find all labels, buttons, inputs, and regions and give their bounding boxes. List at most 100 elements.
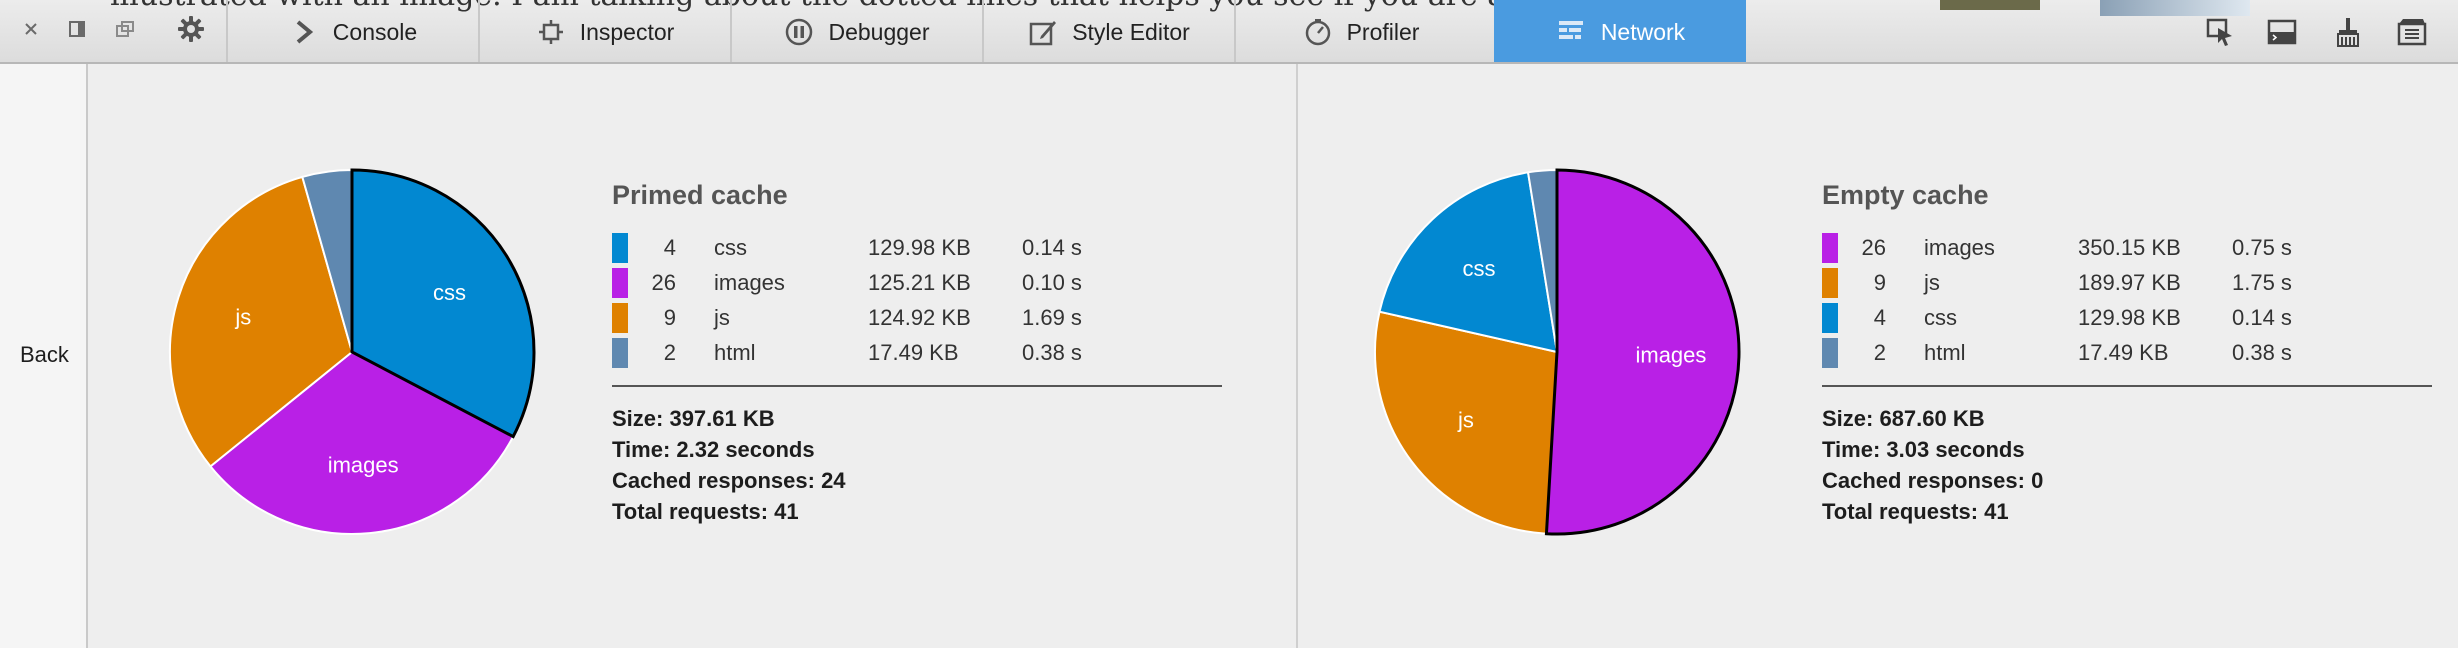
transfer-size: 17.49 KB — [2078, 340, 2169, 365]
legend-swatch — [612, 268, 628, 298]
tab-label: Console — [332, 18, 418, 45]
primed-cache-summary: Primed cache 4 css 129.98 KB 0.14 s 26 i… — [612, 180, 1222, 527]
back-button[interactable]: Back — [20, 342, 69, 368]
pie-label-css: css — [1462, 256, 1495, 281]
resource-type: images — [714, 270, 785, 295]
tab-style-editor[interactable]: Style Editor — [982, 0, 1234, 62]
dock-side-icon[interactable] — [62, 14, 92, 44]
back-sidebar[interactable]: Back — [0, 64, 88, 648]
transfer-size: 350.15 KB — [2078, 235, 2181, 260]
request-count: 9 — [1873, 270, 1886, 295]
cached-responses: Cached responses: 24 — [612, 468, 846, 493]
total-size: Size: 397.61 KB — [612, 406, 775, 431]
tab-label: Inspector — [579, 18, 675, 45]
panel-divider — [1296, 64, 1298, 648]
load-time: 0.75 s — [2232, 235, 2292, 260]
legend-swatch — [1822, 268, 1838, 298]
tab-label: Style Editor — [1072, 18, 1190, 45]
total-time: Time: 3.03 seconds — [1822, 437, 2025, 462]
load-time: 1.75 s — [2232, 270, 2292, 295]
gear-icon[interactable] — [176, 14, 206, 44]
pie-label-js: js — [1457, 408, 1474, 433]
total-requests: Total requests: 41 — [612, 499, 799, 524]
resource-type: css — [1924, 305, 1957, 330]
resource-type: js — [1924, 270, 1940, 295]
table-row: 4 css 129.98 KB 0.14 s — [1822, 301, 2432, 336]
legend-swatch — [612, 303, 628, 333]
chevron-right-icon — [289, 17, 319, 47]
request-count: 4 — [663, 235, 676, 260]
primed-cache-title: Primed cache — [612, 180, 788, 210]
screenshot-icon[interactable] — [2396, 16, 2428, 48]
pause-icon — [784, 17, 814, 47]
legend-swatch — [1822, 233, 1838, 263]
table-row: 4 css 129.98 KB 0.14 s — [612, 231, 1222, 266]
table-row: 9 js 124.92 KB 1.69 s — [612, 301, 1222, 336]
tab-label: Debugger — [828, 18, 930, 45]
stopwatch-icon — [1303, 17, 1333, 47]
transfer-size: 124.92 KB — [868, 305, 971, 330]
pie-label-images: images — [328, 452, 399, 477]
tab-network[interactable]: Network — [1494, 0, 1746, 62]
total-time: Time: 2.32 seconds — [612, 437, 815, 462]
transfer-size: 17.49 KB — [868, 340, 959, 365]
pick-element-icon[interactable] — [2204, 16, 2236, 48]
legend-swatch — [612, 338, 628, 368]
resource-type: js — [714, 305, 730, 330]
table-row: 2 html 17.49 KB 0.38 s — [1822, 336, 2432, 371]
tab-profiler[interactable]: Profiler — [1234, 0, 1486, 62]
close-icon[interactable] — [16, 14, 46, 44]
resource-type: css — [714, 235, 747, 260]
load-time: 0.38 s — [2232, 340, 2292, 365]
resource-type: images — [1924, 235, 1995, 260]
resource-type: html — [1924, 340, 1966, 365]
request-count: 2 — [1873, 340, 1886, 365]
network-icon — [1557, 17, 1587, 47]
cached-responses: Cached responses: 0 — [1822, 468, 2044, 493]
legend-swatch — [1822, 303, 1838, 333]
transfer-size: 125.21 KB — [868, 270, 971, 295]
split-console-icon[interactable] — [2266, 16, 2298, 48]
pencil-icon — [1028, 17, 1058, 47]
empty-cache-pie-chart: images js css — [1374, 168, 1741, 536]
empty-cache-summary: Empty cache 26 images 350.15 KB 0.75 s 9… — [1822, 180, 2432, 527]
separate-window-icon[interactable] — [110, 14, 140, 44]
total-size: Size: 687.60 KB — [1822, 406, 1985, 431]
page-background-image — [1940, 0, 2040, 10]
load-time: 0.10 s — [1022, 270, 1082, 295]
request-count: 9 — [663, 305, 676, 330]
tab-inspector[interactable]: Inspector — [478, 0, 730, 62]
request-count: 26 — [1861, 235, 1886, 260]
request-count: 4 — [1873, 305, 1886, 330]
tab-label: Profiler — [1346, 18, 1420, 45]
table-row: 26 images 125.21 KB 0.10 s — [612, 266, 1222, 301]
table-row: 9 js 189.97 KB 1.75 s — [1822, 266, 2432, 301]
table-row: 26 images 350.15 KB 0.75 s — [1822, 231, 2432, 266]
transfer-size: 189.97 KB — [2078, 270, 2181, 295]
tab-label: Network — [1600, 18, 1686, 45]
pie-label-images: images — [1635, 342, 1706, 367]
load-time: 0.38 s — [1022, 340, 1082, 365]
transfer-size: 129.98 KB — [2078, 305, 2181, 330]
tab-console[interactable]: Console — [226, 0, 478, 62]
inspector-box-icon — [536, 17, 566, 47]
transfer-size: 129.98 KB — [868, 235, 971, 260]
resource-type: html — [714, 340, 756, 365]
request-count: 2 — [663, 340, 676, 365]
legend-swatch — [1822, 338, 1838, 368]
primed-cache-pie-chart: css images js — [169, 168, 536, 535]
summary-divider — [1822, 385, 2432, 387]
summary-divider — [612, 385, 1222, 387]
total-requests: Total requests: 41 — [1822, 499, 2009, 524]
load-time: 0.14 s — [2232, 305, 2292, 330]
request-count: 26 — [651, 270, 676, 295]
table-row: 2 html 17.49 KB 0.38 s — [612, 336, 1222, 371]
legend-swatch — [612, 233, 628, 263]
pie-label-css: css — [433, 280, 466, 305]
page-background-image — [2100, 0, 2250, 16]
empty-cache-title: Empty cache — [1822, 180, 1989, 210]
paintbrush-icon[interactable] — [2332, 16, 2364, 48]
pie-label-js: js — [234, 305, 251, 330]
tab-debugger[interactable]: Debugger — [730, 0, 982, 62]
devtools-toolbar: illustrated with an image. I am talking … — [0, 0, 2458, 64]
